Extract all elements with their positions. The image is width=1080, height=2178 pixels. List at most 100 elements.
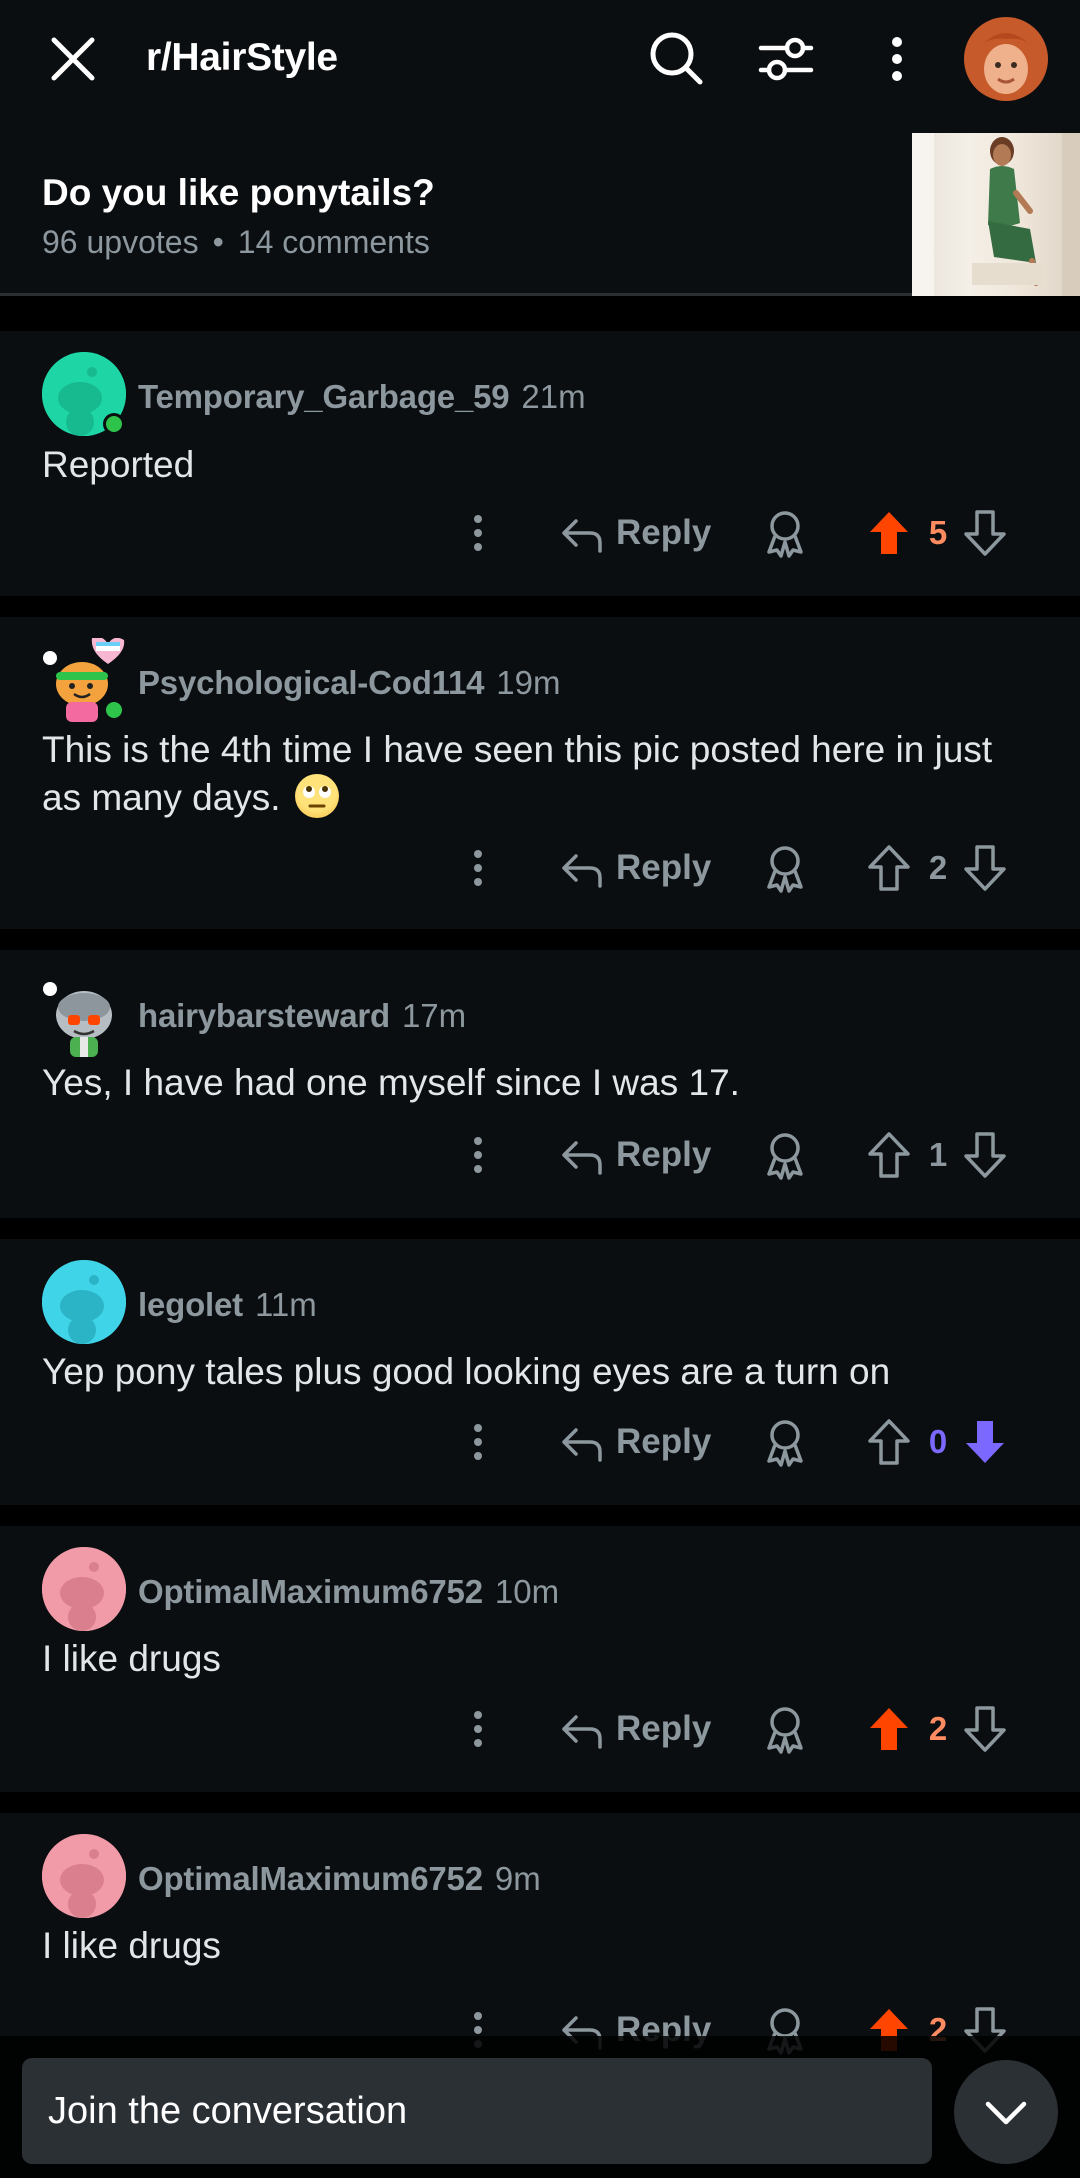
comment-actions: Reply 2 <box>0 1694 1080 1764</box>
reply-button[interactable]: Reply <box>560 1407 711 1477</box>
award-button[interactable] <box>760 1120 810 1190</box>
comment-time: 10m <box>494 1573 560 1610</box>
downvote-button[interactable] <box>960 1120 1010 1190</box>
comment-author[interactable]: Psychological-Cod114 19m <box>138 664 561 702</box>
avatar[interactable] <box>42 638 126 722</box>
upvote-count: 96 upvotes <box>42 224 199 260</box>
upvote-button[interactable] <box>864 1694 914 1764</box>
comment-time: 9m <box>494 1860 541 1897</box>
comment-more-button[interactable] <box>460 1694 496 1764</box>
comment-time: 17m <box>401 997 467 1034</box>
comment-body: Reported <box>42 444 195 485</box>
reply-button[interactable]: Reply <box>560 833 711 903</box>
sort-filter-button[interactable] <box>757 30 815 88</box>
downvote-arrow-icon <box>964 845 1006 891</box>
downvote-arrow-icon <box>964 1706 1006 1752</box>
post-thumbnail[interactable] <box>912 133 1080 296</box>
vote-score: 2 <box>928 1710 948 1747</box>
award-button[interactable] <box>760 1407 810 1477</box>
upvote-button[interactable] <box>864 498 914 568</box>
avatar[interactable] <box>42 971 126 1057</box>
post-thumbnail-image <box>912 133 1080 296</box>
comment-more-button[interactable] <box>460 1120 496 1190</box>
avatar[interactable] <box>42 1547 126 1631</box>
snoo-avatar-icon <box>42 1834 126 1918</box>
comment-card[interactable]: legolet 11m Yep pony tales plus good look… <box>0 1239 1080 1505</box>
award-icon <box>767 846 803 893</box>
post-meta: 96 upvotes • 14 comments <box>42 224 430 261</box>
more-vertical-icon <box>474 1424 482 1460</box>
comment-card[interactable]: Temporary_Garbage_59 21m Reported Reply 5 <box>0 331 1080 596</box>
close-icon <box>51 37 95 81</box>
avatar[interactable] <box>42 1834 126 1918</box>
upvote-arrow-icon <box>868 845 910 891</box>
upvote-arrow-icon <box>868 1419 910 1465</box>
post-title[interactable]: Do you like ponytails? <box>42 172 435 214</box>
upvote-button[interactable] <box>864 833 914 903</box>
downvote-arrow-icon <box>964 1132 1006 1178</box>
award-icon <box>767 1707 803 1754</box>
downvote-button[interactable] <box>960 1407 1010 1477</box>
comment-actions: Reply 1 <box>0 1120 1080 1190</box>
upvote-button[interactable] <box>864 1407 914 1477</box>
downvote-button[interactable] <box>960 1694 1010 1764</box>
comment-author[interactable]: legolet 11m <box>138 1286 317 1324</box>
award-icon <box>767 1133 803 1180</box>
avatar[interactable] <box>42 352 126 436</box>
award-button[interactable] <box>760 833 810 903</box>
comment-card[interactable]: hairybarsteward 17m Yes, I have had one m… <box>0 950 1080 1218</box>
close-button[interactable] <box>44 30 102 88</box>
reply-button[interactable]: Reply <box>560 498 711 568</box>
comment-card[interactable]: Psychological-Cod114 19m This is the 4th … <box>0 617 1080 929</box>
comment-actions: Reply 5 <box>0 498 1080 568</box>
vote-score: 2 <box>928 849 948 886</box>
comment-more-button[interactable] <box>460 498 496 568</box>
comment-time: 19m <box>496 664 561 701</box>
filter-icon <box>758 37 814 81</box>
more-options-button[interactable] <box>872 30 922 88</box>
chevron-down-icon <box>985 2101 1027 2125</box>
reply-button[interactable]: Reply <box>560 1120 711 1190</box>
reply-arrow-icon <box>562 1428 602 1462</box>
more-vertical-icon <box>474 1711 482 1747</box>
award-button[interactable] <box>760 498 810 568</box>
comment-more-button[interactable] <box>460 833 496 903</box>
more-vertical-icon <box>474 515 482 551</box>
upvote-button[interactable] <box>864 1120 914 1190</box>
comment-author[interactable]: OptimalMaximum6752 9m <box>138 1860 541 1898</box>
downvote-arrow-filled-icon <box>966 1421 1004 1463</box>
reply-arrow-icon <box>562 1715 602 1749</box>
downvote-button[interactable] <box>960 833 1010 903</box>
comment-count: 14 comments <box>237 224 430 260</box>
post-summary[interactable]: Do you like ponytails? 96 upvotes • 14 com… <box>0 118 1080 296</box>
reply-label: Reply <box>616 1422 712 1461</box>
comment-more-button[interactable] <box>460 1407 496 1477</box>
reply-label: Reply <box>616 1135 712 1174</box>
custom-snoo-avatar-icon <box>43 982 112 1057</box>
avatar[interactable] <box>42 1260 126 1344</box>
reply-label: Reply <box>616 1709 712 1748</box>
upvote-arrow-filled-icon <box>870 1708 908 1750</box>
award-button[interactable] <box>760 1694 810 1764</box>
snoo-avatar-icon <box>42 352 126 436</box>
comment-author[interactable]: Temporary_Garbage_59 21m <box>138 378 586 416</box>
reply-button[interactable]: Reply <box>560 1694 711 1764</box>
subreddit-title[interactable]: r/HairStyle <box>146 36 338 80</box>
collapse-comments-button[interactable] <box>954 2060 1058 2164</box>
downvote-button[interactable] <box>960 498 1010 568</box>
user-avatar[interactable] <box>964 17 1048 101</box>
comment-body: I like drugs <box>42 1638 221 1679</box>
award-icon <box>767 511 803 558</box>
vote-score: 0 <box>928 1423 948 1460</box>
more-vertical-icon <box>474 1137 482 1173</box>
join-conversation-input[interactable] <box>22 2058 932 2164</box>
search-button[interactable] <box>648 30 704 86</box>
reply-arrow-icon <box>562 519 602 553</box>
more-vertical-icon <box>892 37 902 81</box>
vote-score: 5 <box>928 514 948 551</box>
comment-author[interactable]: hairybarsteward 17m <box>138 997 466 1035</box>
comment-card[interactable]: OptimalMaximum6752 10m I like drugs Reply… <box>0 1526 1080 1792</box>
custom-snoo-avatar-icon <box>43 638 125 722</box>
avatar-face-icon <box>980 33 1032 94</box>
comment-author[interactable]: OptimalMaximum6752 10m <box>138 1573 559 1611</box>
